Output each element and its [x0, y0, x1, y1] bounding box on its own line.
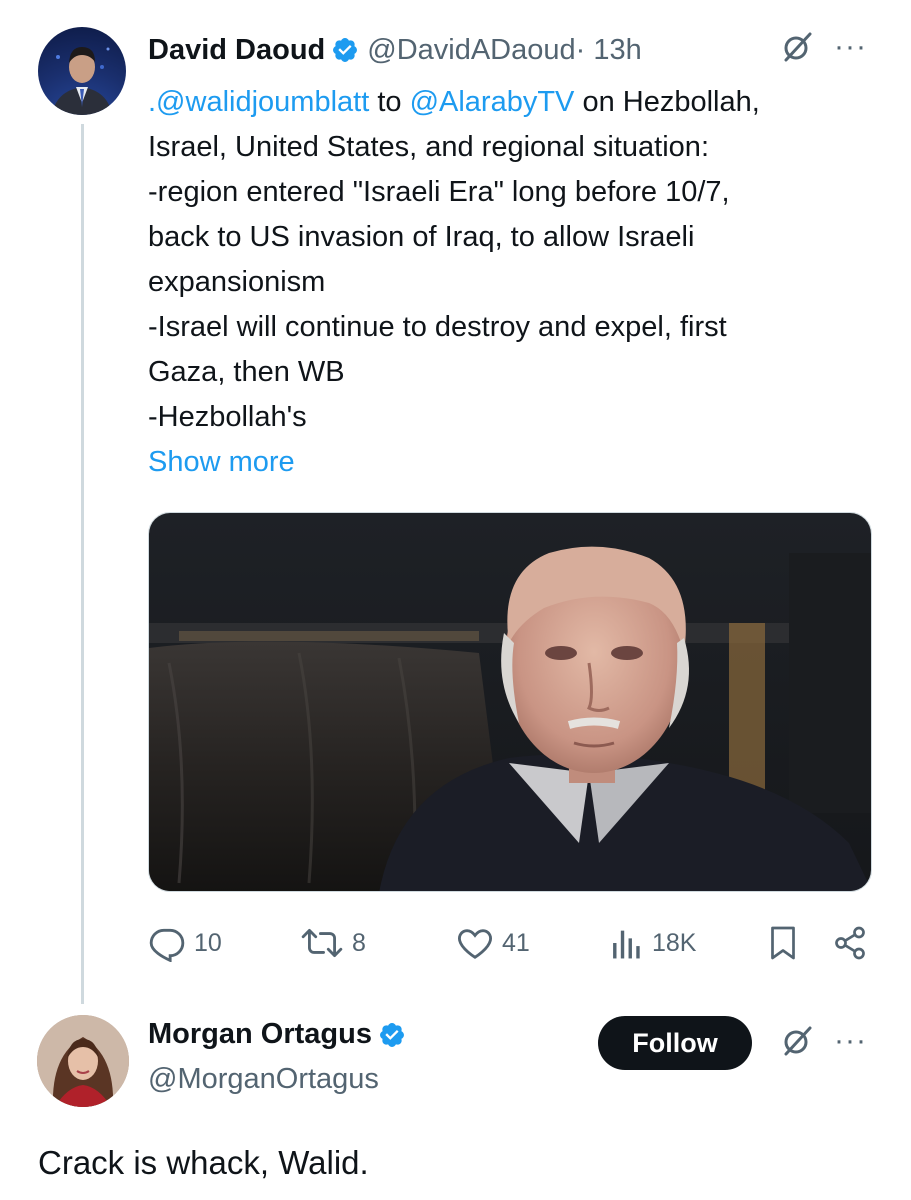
tweet-line-7: Gaza, then WB: [148, 356, 345, 388]
share-icon: [835, 926, 865, 960]
mention-link[interactable]: @AlarabyTV: [410, 86, 575, 118]
tweet-line-8: -Hezbollah's: [148, 401, 307, 433]
tweet-action-bar: 10 8 41 18K: [148, 920, 872, 966]
verified-badge-icon: [380, 1022, 404, 1047]
avatar[interactable]: [37, 1015, 129, 1107]
bookmark-icon: [771, 926, 795, 960]
share-button[interactable]: [832, 920, 868, 966]
author-handle[interactable]: @MorganOrtagus: [148, 1063, 379, 1096]
repost-count: 8: [352, 928, 366, 957]
views-icon: [613, 930, 640, 959]
tweet-text-fragment: to: [369, 86, 410, 118]
tweet-header: Morgan Ortagus: [148, 1018, 414, 1051]
more-icon[interactable]: ···: [834, 1026, 867, 1056]
verified-badge-icon: [333, 38, 358, 62]
like-icon: [458, 929, 492, 959]
tweet-timestamp[interactable]: · 13h: [576, 34, 642, 67]
tweet-body: Crack is whack, Walid.: [38, 1144, 369, 1181]
reply-button[interactable]: 10: [148, 920, 222, 966]
tweet-text-fragment: on Hezbollah,: [574, 86, 760, 118]
repost-icon: [301, 929, 343, 957]
tweet-media-image[interactable]: [148, 512, 872, 892]
tweet-header: David Daoud @DavidADaoud · 13h: [148, 30, 642, 70]
tweet-line-4: back to US invasion of Iraq, to allow Is…: [148, 221, 695, 253]
bookmark-button[interactable]: [768, 920, 798, 966]
author-name[interactable]: Morgan Ortagus: [148, 1018, 372, 1051]
avatar-portrait-image: [37, 1015, 129, 1107]
views-button[interactable]: 18K: [610, 920, 696, 966]
mention-link[interactable]: .@walidjoumblatt: [148, 86, 369, 118]
reply-count: 10: [194, 928, 222, 957]
avatar-portrait-image: [52, 47, 112, 115]
more-icon[interactable]: ···: [834, 32, 867, 62]
tweet-line-1: .@walidjoumblatt to @AlarabyTV on Hezbol…: [148, 80, 868, 125]
author-name[interactable]: David Daoud: [148, 34, 325, 67]
grok-icon[interactable]: [780, 1024, 814, 1058]
views-count: 18K: [652, 928, 697, 957]
show-more-link[interactable]: Show more: [148, 440, 295, 485]
tweet-line-5: expansionism: [148, 266, 326, 298]
reply-icon: [149, 928, 185, 962]
tweet-top-actions: ···: [780, 1024, 867, 1058]
media-photo-portrait: [149, 513, 871, 891]
grok-icon[interactable]: [780, 30, 814, 64]
avatar[interactable]: [38, 27, 126, 115]
like-button[interactable]: 41: [456, 920, 530, 966]
thread-connector-line: [81, 124, 84, 1004]
tweet-line-3: -region entered "Israeli Era" long befor…: [148, 176, 730, 208]
tweet-line-6: -Israel will continue to destroy and exp…: [148, 311, 727, 343]
author-handle[interactable]: @DavidADaoud: [367, 34, 575, 67]
tweet-line-2: Israel, United States, and regional situ…: [148, 131, 709, 163]
follow-button[interactable]: Follow: [598, 1016, 752, 1070]
tweet-top-actions: ···: [780, 30, 867, 64]
like-count: 41: [502, 928, 530, 957]
tweet-body: .@walidjoumblatt to @AlarabyTV on Hezbol…: [148, 80, 868, 440]
repost-button[interactable]: 8: [300, 920, 366, 966]
